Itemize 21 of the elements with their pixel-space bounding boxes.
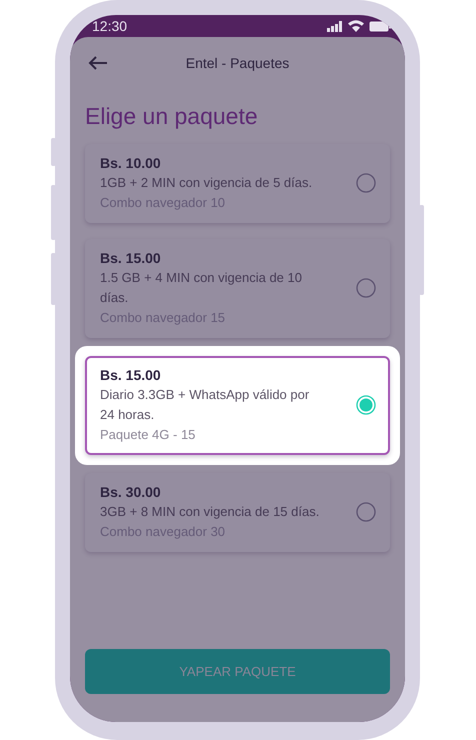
package-description: Diario 3.3GB + WhatsApp válido por 24 horas. <box>100 386 310 424</box>
package-description: 3GB + 8 MIN con vigencia de 15 días. <box>100 503 320 521</box>
package-name: Paquete 4G - 15 <box>100 426 196 444</box>
package-price: Bs. 15.00 <box>100 366 162 385</box>
package-description: 1.5 GB + 4 MIN con vigencia de 10 días. <box>100 269 303 307</box>
radio-button[interactable] <box>356 173 376 193</box>
signal-icon <box>327 20 343 32</box>
screen-title: Entel - Paquetes <box>186 55 290 71</box>
radio-button[interactable] <box>356 278 376 298</box>
status-time: 12:30 <box>92 18 128 34</box>
wifi-icon <box>348 20 364 32</box>
package-card[interactable]: Bs. 15.00 Diario 3.3GB + WhatsApp válido por 24 horas. Paquete 4G - 15 <box>85 356 390 455</box>
radio-button[interactable] <box>356 395 376 415</box>
package-description: 1GB + 2 MIN con vigencia de 5 días. <box>100 174 314 192</box>
package-price: Bs. 30.00 <box>100 483 162 502</box>
battery-icon <box>369 20 391 32</box>
radio-button[interactable] <box>356 502 376 522</box>
page-heading: Elige un paquete <box>85 103 259 130</box>
back-arrow-icon[interactable] <box>88 56 108 70</box>
package-price: Bs. 10.00 <box>100 154 162 173</box>
package-price: Bs. 15.00 <box>100 249 162 268</box>
